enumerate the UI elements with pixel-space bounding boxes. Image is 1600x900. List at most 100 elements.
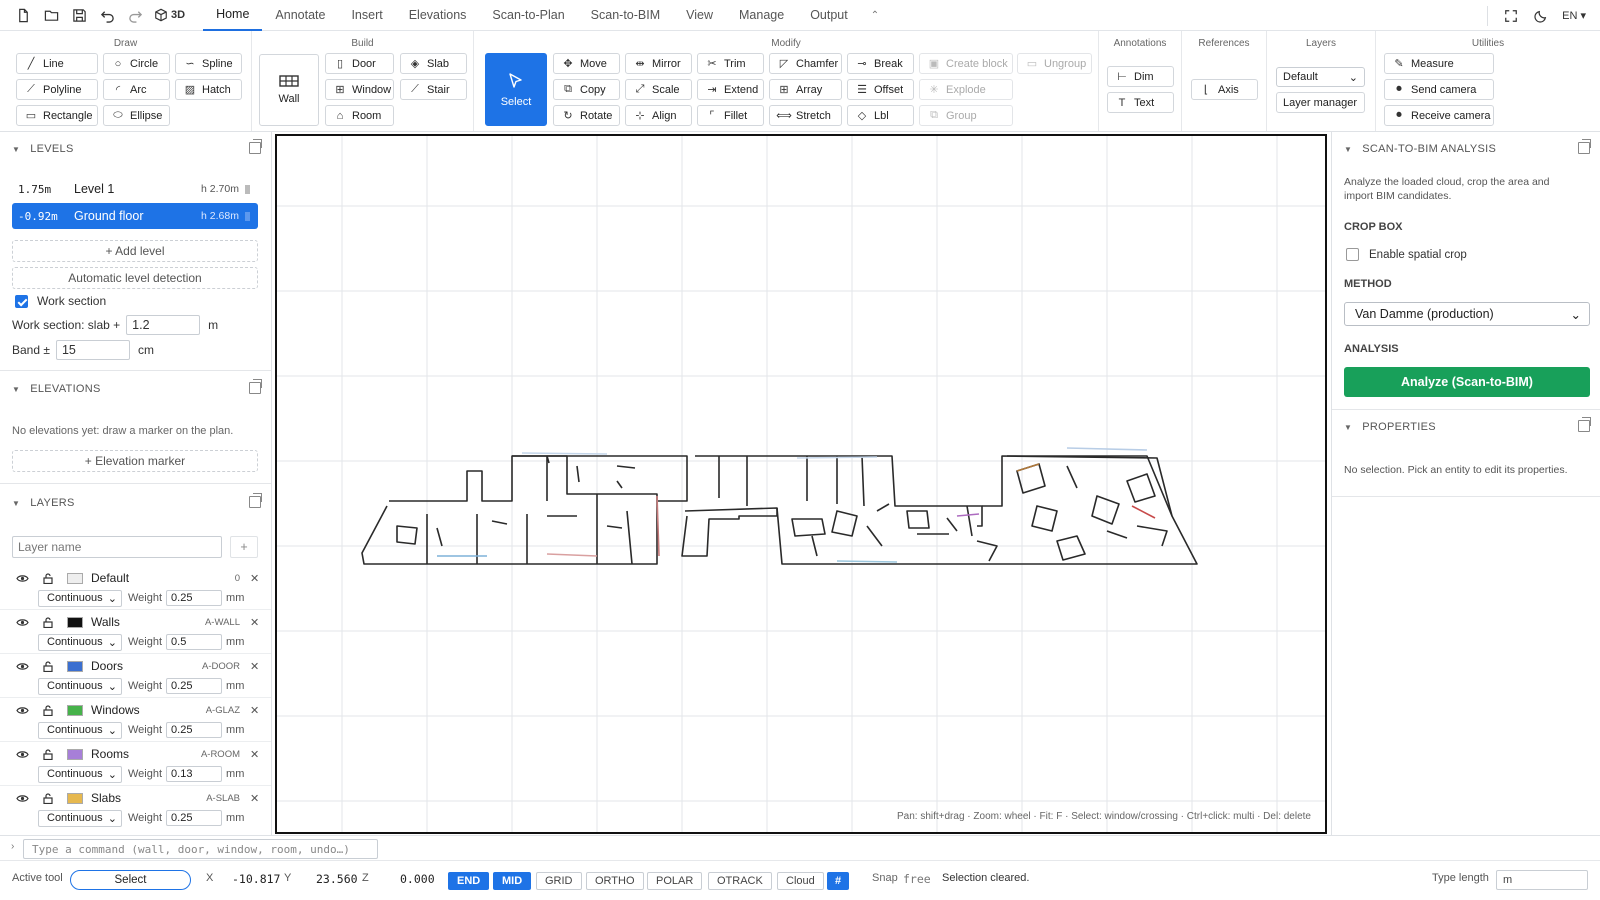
add-elevation-marker-button[interactable]: + Elevation marker bbox=[12, 450, 258, 472]
analyze-scan-to-bim-button[interactable]: Analyze (Scan-to-BIM) bbox=[1344, 367, 1590, 397]
layer-color-swatch[interactable] bbox=[67, 792, 83, 804]
collapse-ribbon-icon[interactable]: ⌃ bbox=[861, 0, 889, 31]
snap-grid-toggle[interactable]: GRID bbox=[536, 872, 582, 890]
popout-icon[interactable] bbox=[249, 493, 262, 508]
weight-input[interactable]: 0.5 bbox=[166, 634, 223, 650]
weight-input[interactable]: 0.25 bbox=[166, 678, 223, 694]
drag-handle-icon[interactable] bbox=[245, 211, 250, 221]
close-icon[interactable]: ✕ bbox=[250, 660, 260, 673]
current-layer-select[interactable]: Default ⌄ bbox=[1276, 67, 1365, 87]
unlock-icon[interactable] bbox=[41, 704, 55, 716]
linetype-select[interactable]: Continuous ⌄ bbox=[38, 633, 122, 651]
layer-manager-button[interactable]: Layer manager bbox=[1276, 92, 1365, 113]
plan-view[interactable] bbox=[277, 136, 1325, 832]
trim-button[interactable]: ✂ Trim bbox=[697, 53, 764, 74]
layer-row[interactable]: Windows A-GLAZ ✕ Continuous ⌄ Weight 0.25… bbox=[0, 698, 271, 742]
linetype-select[interactable]: Continuous ⌄ bbox=[38, 721, 122, 739]
type-length-input[interactable]: m bbox=[1496, 870, 1588, 890]
layer-row[interactable]: Walls A-WALL ✕ Continuous ⌄ Weight 0.5 mm bbox=[0, 610, 271, 654]
save-icon[interactable] bbox=[66, 2, 92, 28]
rectangle-button[interactable]: ▭ Rectangle bbox=[16, 105, 98, 126]
drag-handle-icon[interactable] bbox=[245, 184, 250, 194]
unlock-icon[interactable] bbox=[41, 748, 55, 760]
layer-color-swatch[interactable] bbox=[67, 748, 83, 760]
tab-scan-to-plan[interactable]: Scan-to-Plan bbox=[479, 0, 577, 31]
eye-icon[interactable] bbox=[15, 706, 29, 715]
layer-color-swatch[interactable] bbox=[67, 704, 83, 716]
language-selector[interactable]: EN ▾ bbox=[1556, 9, 1600, 22]
tab-scan-to-bim[interactable]: Scan-to-BIM bbox=[578, 0, 673, 31]
weight-input[interactable]: 0.25 bbox=[166, 810, 223, 826]
new-file-icon[interactable] bbox=[10, 2, 36, 28]
snap-otrack-toggle[interactable]: OTRACK bbox=[708, 872, 772, 890]
eye-icon[interactable] bbox=[15, 574, 29, 583]
scan-to-bim-header[interactable]: ▼ SCAN-TO-BIM ANALYSIS bbox=[1332, 136, 1600, 162]
popout-icon[interactable] bbox=[249, 139, 262, 154]
slab-button[interactable]: ◈ Slab bbox=[400, 53, 467, 74]
snap-ortho-toggle[interactable]: ORTHO bbox=[586, 872, 644, 890]
layer-row[interactable]: Slabs A-SLAB ✕ Continuous ⌄ Weight 0.25 m… bbox=[12, 786, 260, 830]
layer-row[interactable]: Doors A-DOOR ✕ Continuous ⌄ Weight 0.25 m… bbox=[0, 654, 271, 698]
weight-input[interactable]: 0.13 bbox=[166, 766, 223, 782]
align-button[interactable]: ⊹ Align bbox=[625, 105, 692, 126]
method-select[interactable]: Van Damme (production) ⌄ bbox=[1344, 302, 1590, 326]
unlock-icon[interactable] bbox=[41, 792, 55, 804]
eye-icon[interactable] bbox=[15, 662, 29, 671]
popout-icon[interactable] bbox=[249, 379, 262, 394]
move-button[interactable]: ✥ Move bbox=[553, 53, 620, 74]
tab-elevations[interactable]: Elevations bbox=[396, 0, 480, 31]
3d-view-button[interactable]: 3D bbox=[154, 8, 185, 22]
auto-level-detection-button[interactable]: Automatic level detection bbox=[12, 267, 258, 289]
hatch-button[interactable]: ▨ Hatch bbox=[175, 79, 242, 100]
close-icon[interactable]: ✕ bbox=[250, 572, 260, 585]
tab-manage[interactable]: Manage bbox=[726, 0, 797, 31]
layers-header[interactable]: ▼ LAYERS bbox=[0, 490, 271, 516]
circle-button[interactable]: ○ Circle bbox=[103, 53, 170, 74]
layer-name-input[interactable]: Layer name bbox=[12, 536, 222, 558]
room-button[interactable]: ⌂ Room bbox=[325, 105, 394, 126]
snap-mid-toggle[interactable]: MID bbox=[493, 872, 532, 890]
receive-camera-button[interactable]: ⏺ Receive camera bbox=[1384, 105, 1494, 126]
line-button[interactable]: ╱ Line bbox=[16, 53, 98, 74]
eye-icon[interactable] bbox=[15, 750, 29, 759]
weight-input[interactable]: 0.25 bbox=[166, 722, 223, 738]
close-icon[interactable]: ✕ bbox=[250, 704, 260, 717]
weight-input[interactable]: 0.25 bbox=[166, 590, 223, 606]
linetype-select[interactable]: Continuous ⌄ bbox=[38, 677, 122, 695]
text-button[interactable]: T Text bbox=[1107, 92, 1174, 113]
eye-icon[interactable] bbox=[15, 618, 29, 627]
popout-icon[interactable] bbox=[1578, 417, 1591, 432]
fullscreen-icon[interactable] bbox=[1496, 9, 1526, 23]
fillet-button[interactable]: ⌜ Fillet bbox=[697, 105, 764, 126]
snap-end-toggle[interactable]: END bbox=[448, 872, 490, 890]
measure-button[interactable]: ✎ Measure bbox=[1384, 53, 1494, 74]
properties-header[interactable]: ▼ PROPERTIES bbox=[1332, 414, 1600, 440]
open-folder-icon[interactable] bbox=[38, 2, 64, 28]
close-icon[interactable]: ✕ bbox=[250, 792, 260, 805]
send-camera-button[interactable]: ⏺ Send camera bbox=[1384, 79, 1494, 100]
eye-icon[interactable] bbox=[15, 794, 29, 803]
layer-color-swatch[interactable] bbox=[67, 572, 83, 584]
drawing-canvas[interactable]: Pan: shift+drag · Zoom: wheel · Fit: F ·… bbox=[275, 134, 1327, 834]
active-tool-value[interactable]: Select bbox=[70, 870, 191, 890]
tab-output[interactable]: Output bbox=[797, 0, 861, 31]
ellipse-button[interactable]: ⬭ Ellipse bbox=[103, 105, 170, 126]
ungroup-button[interactable]: ▭ Ungroup bbox=[1017, 53, 1092, 74]
linetype-select[interactable]: Continuous ⌄ bbox=[38, 809, 122, 827]
snap-grid-icon-toggle[interactable]: # bbox=[827, 872, 850, 890]
offset-button[interactable]: ☰ Offset bbox=[847, 79, 914, 100]
add-layer-button[interactable]: + bbox=[230, 536, 258, 558]
layer-row[interactable]: Default 0 ✕ Continuous ⌄ Weight 0.25 mm bbox=[0, 566, 271, 610]
stretch-button[interactable]: ⟺ Stretch bbox=[769, 105, 842, 126]
tab-view[interactable]: View bbox=[673, 0, 726, 31]
axis-button[interactable]: ⌊ Axis bbox=[1191, 79, 1258, 100]
extend-button[interactable]: ⇥ Extend bbox=[697, 79, 764, 100]
undo-icon[interactable] bbox=[94, 2, 120, 28]
tab-insert[interactable]: Insert bbox=[338, 0, 395, 31]
polyline-button[interactable]: ⟋ Polyline bbox=[16, 79, 98, 100]
spline-button[interactable]: ∽ Spline bbox=[175, 53, 242, 74]
stair-button[interactable]: ⟋ Stair bbox=[400, 79, 467, 100]
level-row[interactable]: 1.75m Level 1 h 2.70m bbox=[12, 177, 258, 201]
command-input[interactable]: Type a command (wall, door, window, room… bbox=[23, 839, 378, 859]
unlock-icon[interactable] bbox=[41, 660, 55, 672]
